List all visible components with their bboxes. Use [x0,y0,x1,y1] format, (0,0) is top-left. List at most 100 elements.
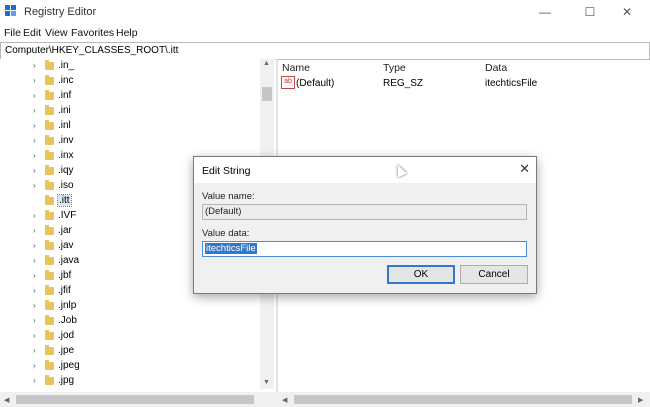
tree-item[interactable]: › .jnlp [0,299,258,314]
folder-icon [45,210,54,220]
tree-scroll-thumb[interactable] [262,87,272,101]
menu-view[interactable]: View [45,27,68,39]
menu-file[interactable]: File [4,27,21,39]
close-window-button[interactable]: ✕ [612,2,642,22]
chevron-right-icon[interactable]: › [33,286,41,295]
chevron-right-icon[interactable]: › [33,121,41,130]
folder-icon [45,285,54,295]
chevron-right-icon[interactable]: › [33,166,41,175]
tree-scroll-left-arrow[interactable]: ◀ [4,396,9,404]
folder-icon [45,120,54,130]
tree-item[interactable]: › .inf [0,89,258,104]
ok-button[interactable]: OK [387,265,455,284]
chevron-right-icon[interactable]: › [33,211,41,220]
folder-icon [45,345,54,355]
folder-icon [45,255,54,265]
tree-item[interactable]: › .jpe [0,344,258,359]
folder-icon [45,135,54,145]
value-data-cell: itechticsFile [485,78,538,89]
tree-item-label: .jfif [58,285,71,296]
tree-item[interactable]: › .inl [0,119,258,134]
value-name-label: Value name: [202,191,255,202]
chevron-right-icon[interactable]: › [33,241,41,250]
tree-item-label: .ini [58,105,71,116]
chevron-right-icon[interactable]: › [33,181,41,190]
folder-icon [45,330,54,340]
tree-item[interactable]: › .Job [0,314,258,329]
chevron-right-icon[interactable]: › [33,91,41,100]
values-scroll-right-arrow[interactable]: ▶ [638,396,643,404]
tree-item[interactable]: › .in_ [0,59,258,74]
chevron-right-icon[interactable]: › [33,346,41,355]
tree-item-label: .iqy [58,165,74,176]
tree-item-label: .inx [58,150,74,161]
chevron-right-icon[interactable]: › [33,151,41,160]
chevron-right-icon[interactable]: › [33,331,41,340]
chevron-right-icon[interactable]: › [33,136,41,145]
dialog-close-icon[interactable]: ✕ [519,161,530,177]
tree-horizontal-thumb[interactable] [16,395,254,404]
minimize-button[interactable]: — [530,2,560,22]
tree-item[interactable]: › .jpeg [0,359,258,374]
folder-icon [45,300,54,310]
menu-edit[interactable]: Edit [23,27,41,39]
tree-item-label: .iso [58,180,74,191]
folder-icon [45,60,54,70]
column-header-data[interactable]: Data [485,62,507,74]
tree-item-label: .jav [58,240,74,251]
menu-help[interactable]: Help [116,27,138,39]
tree-item-label: .jbf [58,270,72,281]
address-bar[interactable]: Computer\HKEY_CLASSES_ROOT\.itt [0,42,650,60]
chevron-right-icon[interactable]: › [33,376,41,385]
tree-item-label: .inf [58,90,72,101]
scroll-up-arrow[interactable]: ▲ [263,60,270,67]
tree-item[interactable]: › .ini [0,104,258,119]
cancel-button[interactable]: Cancel [460,265,528,284]
values-scroll-left-arrow[interactable]: ◀ [282,396,287,404]
tree-item[interactable]: › .inc [0,74,258,89]
folder-icon [45,315,54,325]
tree-item[interactable]: › .inv [0,134,258,149]
folder-icon [45,165,54,175]
tree-item[interactable]: › .jod [0,329,258,344]
tree-item-label: .inc [58,75,74,86]
folder-icon [45,180,54,190]
dialog-title-bar: Edit String ✕ [194,157,536,183]
title-bar: Registry Editor — ☐ ✕ [0,0,650,24]
tree-item-label: .jpeg [58,360,80,371]
chevron-right-icon[interactable]: › [33,61,41,70]
chevron-right-icon[interactable]: › [33,301,41,310]
value-data-text: itechticsFile [205,243,257,254]
chevron-right-icon[interactable]: › [33,361,41,370]
value-data-input[interactable]: itechticsFile [202,241,527,257]
tree-item[interactable]: › .jpg [0,374,258,389]
chevron-right-icon[interactable]: › [33,106,41,115]
dialog-title: Edit String [202,165,251,177]
value-name-cell[interactable]: (Default) [296,78,334,89]
maximize-button[interactable]: ☐ [575,2,605,22]
tree-item-label: .in_ [58,60,75,71]
menu-favorites[interactable]: Favorites [71,27,114,39]
folder-icon [45,195,54,205]
values-horizontal-thumb[interactable] [294,395,632,404]
column-header-name[interactable]: Name [282,62,310,74]
folder-icon [45,375,54,385]
value-data-label: Value data: [202,228,250,239]
chevron-right-icon[interactable]: › [33,316,41,325]
column-header-type[interactable]: Type [383,62,406,74]
folder-icon [45,150,54,160]
chevron-right-icon[interactable]: › [33,256,41,265]
tree-item-label: .Job [58,315,77,326]
chevron-right-icon[interactable]: › [33,76,41,85]
folder-icon [45,240,54,250]
scroll-down-arrow[interactable]: ▼ [263,379,270,386]
folder-icon [45,90,54,100]
tree-item-label: .jpe [58,345,75,356]
tree-item-label: .inl [58,120,71,131]
chevron-right-icon[interactable]: › [33,271,41,280]
tree-item-label: .itt [57,194,72,207]
value-name-text: (Default) [205,206,242,217]
registry-editor-icon [5,5,19,19]
value-type-cell: REG_SZ [383,78,424,89]
chevron-right-icon[interactable]: › [33,226,41,235]
